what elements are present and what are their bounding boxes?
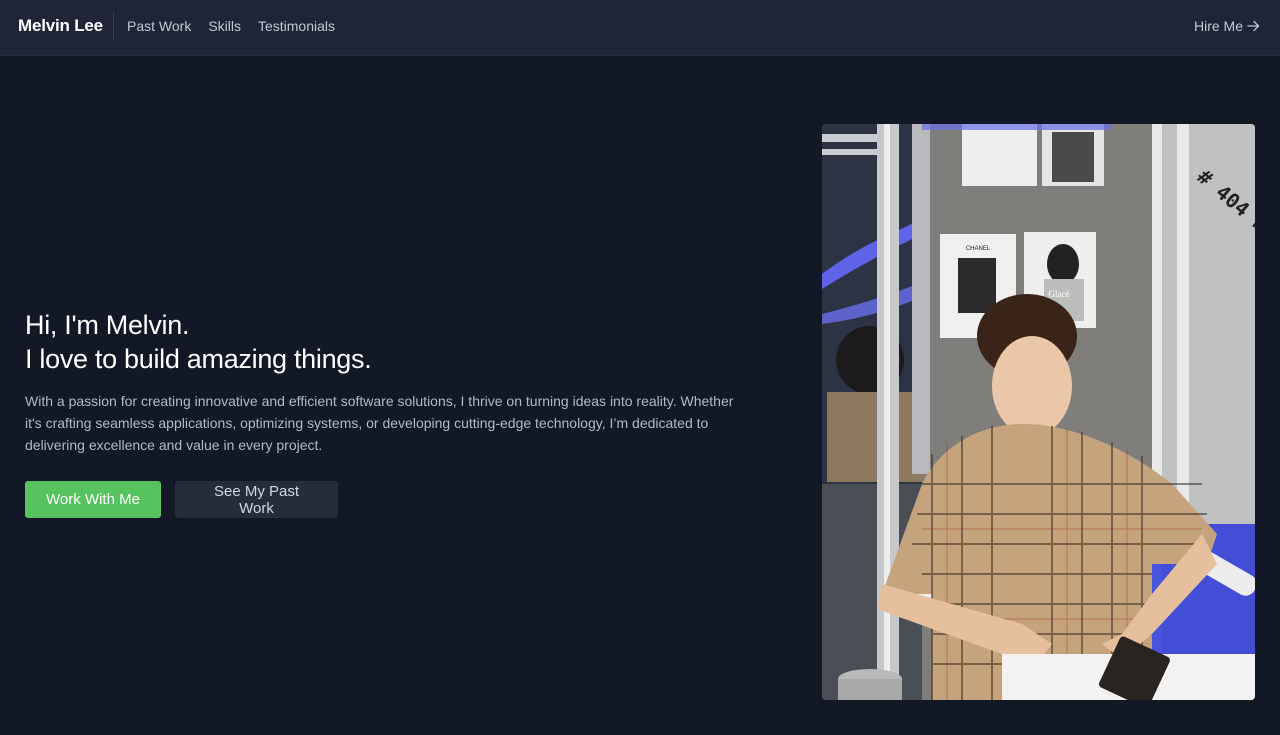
hero-section: Hi, I'm Melvin. I love to build amazing … (25, 308, 745, 456)
poster-brand-text: CHANEL (966, 246, 991, 252)
work-with-me-button[interactable]: Work With Me (25, 481, 161, 518)
brand-logo[interactable]: Melvin Lee (18, 16, 103, 36)
hero-actions: Work With Me See My Past Work (25, 481, 338, 518)
hire-me-link[interactable]: Hire Me (1194, 18, 1260, 34)
see-past-work-button[interactable]: See My Past Work (175, 481, 338, 518)
hero-title-line-1: Hi, I'm Melvin. (25, 310, 190, 340)
nav-links: Past Work Skills Testimonials (127, 18, 335, 34)
nav-link-past-work[interactable]: Past Work (127, 18, 191, 34)
hero-title-line-2: I love to build amazing things. (25, 344, 372, 374)
arrow-right-icon (1247, 20, 1260, 32)
hero-title: Hi, I'm Melvin. I love to build amazing … (25, 308, 745, 376)
top-navbar: Melvin Lee Past Work Skills Testimonials… (0, 0, 1280, 56)
hero-description: With a passion for creating innovative a… (25, 393, 734, 453)
nav-link-skills[interactable]: Skills (208, 18, 241, 34)
nav-link-testimonials[interactable]: Testimonials (258, 18, 335, 34)
poster-caption-text: Glacé (1049, 289, 1070, 299)
hire-me-label: Hire Me (1193, 18, 1243, 34)
profile-photo: # 404 N CHANEL Glacé (822, 124, 1255, 700)
nav-divider (113, 12, 114, 40)
profile-photo-illustration: # 404 N CHANEL Glacé (822, 124, 1255, 700)
